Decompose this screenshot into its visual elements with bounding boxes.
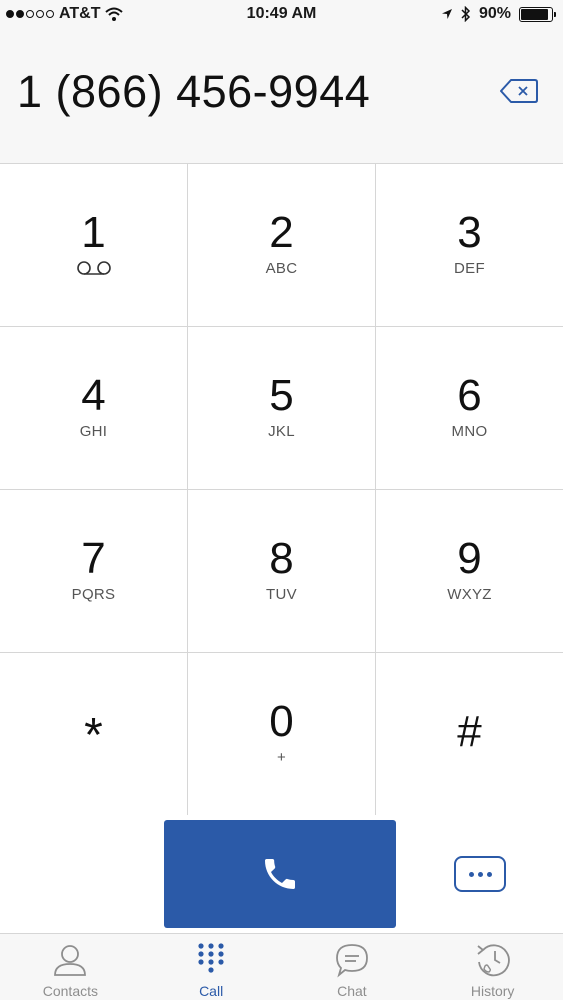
- key-5[interactable]: 5 JKL: [188, 327, 376, 490]
- key-digit: 6: [457, 371, 482, 420]
- key-6[interactable]: 6 MNO: [376, 327, 563, 490]
- voicemail-icon: [76, 261, 111, 275]
- key-digit: 0: [269, 697, 294, 746]
- tab-label: Chat: [337, 983, 367, 999]
- battery-percent: 90%: [478, 5, 511, 22]
- key-letters: ABC: [265, 260, 298, 277]
- key-letters: PQRS: [71, 586, 116, 603]
- key-letters: GHI: [79, 423, 108, 440]
- tab-chat[interactable]: Chat: [282, 934, 423, 1000]
- person-icon: [54, 945, 87, 976]
- key-1[interactable]: 1: [0, 164, 188, 327]
- key-2[interactable]: 2 ABC: [188, 164, 376, 327]
- tab-label: Call: [199, 983, 224, 999]
- more-options-button[interactable]: [454, 856, 506, 892]
- tab-bar: Contacts Call Chat History: [0, 933, 563, 1000]
- status-right: 90%: [441, 5, 556, 23]
- key-3[interactable]: 3 DEF: [376, 164, 563, 327]
- number-display-area: 1 (866) 456-9944: [0, 30, 563, 163]
- key-digit: 8: [269, 534, 294, 583]
- key-4[interactable]: 4 GHI: [0, 327, 188, 490]
- key-8[interactable]: 8 TUV: [188, 490, 376, 653]
- tab-contacts[interactable]: Contacts: [0, 934, 141, 1000]
- key-letters: TUV: [266, 586, 297, 603]
- key-digit: #: [457, 707, 482, 756]
- key-star[interactable]: *: [0, 653, 188, 816]
- key-digit: 2: [269, 208, 294, 257]
- battery-icon: [519, 6, 556, 22]
- key-letters: MNO: [451, 423, 488, 440]
- more-dots-icon: [477, 871, 483, 877]
- tab-history[interactable]: History: [422, 934, 563, 1000]
- more-dots-icon: [486, 871, 492, 877]
- key-letters: DEF: [454, 260, 485, 277]
- key-letters: +: [276, 749, 287, 766]
- keypad-icon: [198, 943, 224, 973]
- key-letters: JKL: [268, 423, 295, 440]
- status-bar: AT&T 10:49 AM 90%: [0, 0, 563, 30]
- location-arrow-icon: [441, 9, 452, 19]
- key-7[interactable]: 7 PQRS: [0, 490, 188, 653]
- backspace-icon[interactable]: [499, 77, 539, 105]
- key-9[interactable]: 9 WXYZ: [376, 490, 563, 653]
- key-digit: 4: [81, 371, 106, 420]
- key-digit: *: [84, 709, 103, 762]
- key-digit: 3: [457, 208, 482, 257]
- keypad: 1 2 ABC 3 DEF 4 GHI 5 JKL 6 MNO 7 PQRS 8…: [0, 163, 563, 816]
- key-digit: 1: [81, 208, 106, 257]
- chat-bubble-icon: [335, 944, 368, 978]
- key-pound[interactable]: #: [376, 653, 563, 816]
- key-letters: WXYZ: [447, 586, 492, 603]
- dialed-number[interactable]: 1 (866) 456-9944: [17, 66, 370, 118]
- call-button[interactable]: [164, 820, 396, 928]
- tab-call[interactable]: Call: [141, 934, 282, 1000]
- phone-icon: [265, 859, 295, 889]
- tab-label: History: [470, 983, 515, 999]
- bluetooth-icon: [461, 6, 471, 22]
- call-area: [0, 815, 563, 933]
- key-0[interactable]: 0 +: [188, 653, 376, 816]
- key-digit: 5: [269, 371, 294, 420]
- key-digit: 7: [81, 534, 106, 583]
- tab-label: Contacts: [42, 983, 98, 999]
- key-digit: 9: [457, 534, 482, 583]
- clock-history-icon: [477, 944, 510, 977]
- more-dots-icon: [468, 871, 474, 877]
